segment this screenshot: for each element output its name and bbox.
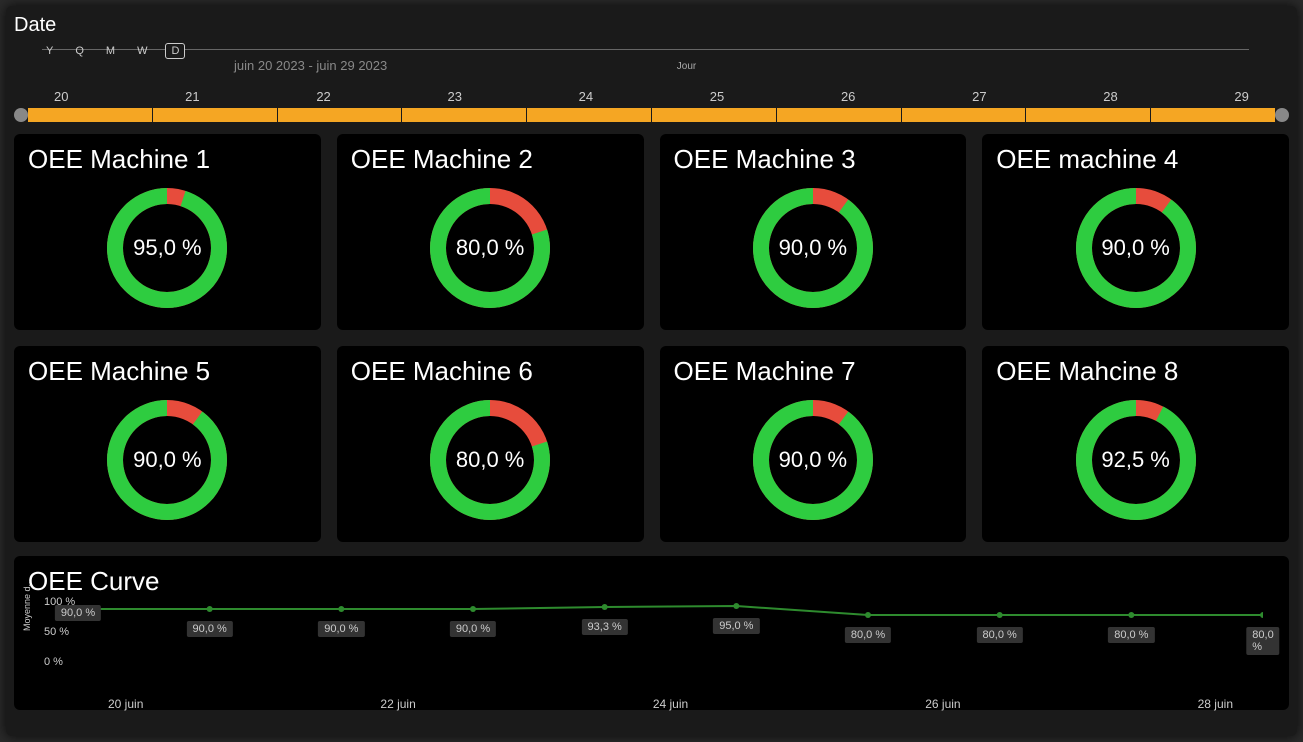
- timeline-day-label: 28: [1103, 89, 1117, 104]
- gauge-card-8: OEE Mahcine 8 92,5 %: [982, 346, 1289, 542]
- timeline-segment[interactable]: [401, 108, 526, 122]
- timeline-segment[interactable]: [277, 108, 402, 122]
- gauge-value: 90,0 %: [779, 447, 848, 473]
- timeline-labels: 20 21 22 23 24 25 26 27 28 29: [14, 89, 1289, 104]
- gauge-value: 80,0 %: [456, 447, 525, 473]
- curve-data-label: 90,0 %: [318, 621, 364, 637]
- gauge-title: OEE Machine 5: [28, 356, 307, 387]
- gauge-body: 95,0 %: [28, 183, 307, 313]
- curve-data-label: 80,0 %: [845, 627, 891, 643]
- timeline-segment[interactable]: [28, 108, 152, 122]
- curve-data-label: 80,0 %: [977, 627, 1023, 643]
- curve-data-label: 90,0 %: [55, 605, 101, 621]
- gauge-title: OEE Machine 7: [674, 356, 953, 387]
- gauge-body: 90,0 %: [674, 183, 953, 313]
- dashboard-root: Date Y Q M W D Jour juin 20 2023 - juin …: [6, 6, 1297, 736]
- date-filter-section: Date Y Q M W D Jour juin 20 2023 - juin …: [14, 14, 1289, 122]
- timeline-segment[interactable]: [152, 108, 277, 122]
- gauge-card-7: OEE Machine 7 90,0 %: [660, 346, 967, 542]
- x-axis-labels: 20 juin 22 juin 24 juin 26 juin 28 juin: [78, 697, 1263, 711]
- granularity-picker: Y Q M W D: [42, 43, 1289, 59]
- gauge-card-4: OEE machine 4 90,0 %: [982, 134, 1289, 330]
- gauge-value: 92,5 %: [1101, 447, 1170, 473]
- timeline-segment[interactable]: [1025, 108, 1150, 122]
- curve-data-label: 90,0 %: [187, 621, 233, 637]
- gauge-body: 90,0 %: [28, 395, 307, 525]
- timeline-day-label: 22: [316, 89, 330, 104]
- gauge-body: 92,5 %: [996, 395, 1275, 525]
- gauge-body: 80,0 %: [351, 183, 630, 313]
- gauge-title: OEE machine 4: [996, 144, 1275, 175]
- gauge-value: 90,0 %: [779, 235, 848, 261]
- date-title: Date: [14, 14, 1289, 37]
- gauge-body: 80,0 %: [351, 395, 630, 525]
- curve-chart: 90,0 %90,0 %90,0 %90,0 %93,3 %95,0 %80,0…: [78, 603, 1263, 693]
- curve-line-svg: [78, 603, 1263, 663]
- gran-quarter[interactable]: Q: [71, 45, 88, 57]
- granularity-line: [42, 49, 1249, 50]
- y-axis-label: Moyenne d...: [22, 579, 32, 631]
- oee-curve-section: OEE Curve Moyenne d... 100 % 50 % 0 % 90…: [14, 556, 1289, 710]
- timeline-day-label: 24: [579, 89, 593, 104]
- timeline-day-label: 25: [710, 89, 724, 104]
- timeline-segment[interactable]: [651, 108, 776, 122]
- gauges-grid: OEE Machine 195,0 %OEE Machine 280,0 %OE…: [14, 134, 1289, 542]
- gauge-value: 80,0 %: [456, 235, 525, 261]
- date-range-text: juin 20 2023 - juin 29 2023: [234, 58, 1289, 73]
- x-axis-tick: 26 juin: [925, 697, 960, 711]
- gran-day[interactable]: D: [165, 43, 185, 59]
- gauge-card-1: OEE Machine 1 95,0 %: [14, 134, 321, 330]
- gauge-card-2: OEE Machine 2 80,0 %: [337, 134, 644, 330]
- y-tick-0: 0 %: [44, 656, 63, 668]
- timeline-day-label: 26: [841, 89, 855, 104]
- timeline-day-label: 21: [185, 89, 199, 104]
- x-axis-tick: 24 juin: [653, 697, 688, 711]
- gauge-title: OEE Machine 2: [351, 144, 630, 175]
- timeline-handle-left[interactable]: [14, 108, 28, 122]
- gauge-card-6: OEE Machine 6 80,0 %: [337, 346, 644, 542]
- gauge-value: 90,0 %: [133, 447, 202, 473]
- timeline-segment[interactable]: [901, 108, 1026, 122]
- timeline-segments[interactable]: [28, 108, 1275, 122]
- timeline-segment[interactable]: [1150, 108, 1275, 122]
- curve-data-label: 93,3 %: [582, 619, 628, 635]
- x-axis-tick: 22 juin: [380, 697, 415, 711]
- timeline: 20 21 22 23 24 25 26 27 28 29: [14, 89, 1289, 122]
- gauge-value: 95,0 %: [133, 235, 202, 261]
- gran-week[interactable]: W: [133, 45, 151, 57]
- curve-data-label: 80,0 %: [1246, 627, 1279, 655]
- gran-year[interactable]: Y: [42, 45, 57, 57]
- timeline-handle-right[interactable]: [1275, 108, 1289, 122]
- timeline-segment[interactable]: [526, 108, 651, 122]
- gauge-card-3: OEE Machine 3 90,0 %: [660, 134, 967, 330]
- gauge-body: 90,0 %: [674, 395, 953, 525]
- timeline-day-label: 23: [447, 89, 461, 104]
- curve-data-label: 95,0 %: [713, 618, 759, 634]
- timeline-bar: [14, 108, 1289, 122]
- curve-data-label: 90,0 %: [450, 621, 496, 637]
- gauge-card-5: OEE Machine 5 90,0 %: [14, 346, 321, 542]
- timeline-segment[interactable]: [776, 108, 901, 122]
- gauge-body: 90,0 %: [996, 183, 1275, 313]
- timeline-day-label: 20: [54, 89, 68, 104]
- x-axis-tick: 28 juin: [1198, 697, 1233, 711]
- gauge-title: OEE Machine 6: [351, 356, 630, 387]
- y-tick-50: 50 %: [44, 626, 69, 638]
- timeline-day-label: 27: [972, 89, 986, 104]
- gauge-value: 90,0 %: [1101, 235, 1170, 261]
- gauge-title: OEE Machine 3: [674, 144, 953, 175]
- timeline-day-label: 29: [1234, 89, 1248, 104]
- curve-data-label: 80,0 %: [1108, 627, 1154, 643]
- curve-title: OEE Curve: [28, 566, 1275, 597]
- gauge-title: OEE Machine 1: [28, 144, 307, 175]
- x-axis-tick: 20 juin: [108, 697, 143, 711]
- gauge-title: OEE Mahcine 8: [996, 356, 1275, 387]
- gran-month[interactable]: M: [102, 45, 119, 57]
